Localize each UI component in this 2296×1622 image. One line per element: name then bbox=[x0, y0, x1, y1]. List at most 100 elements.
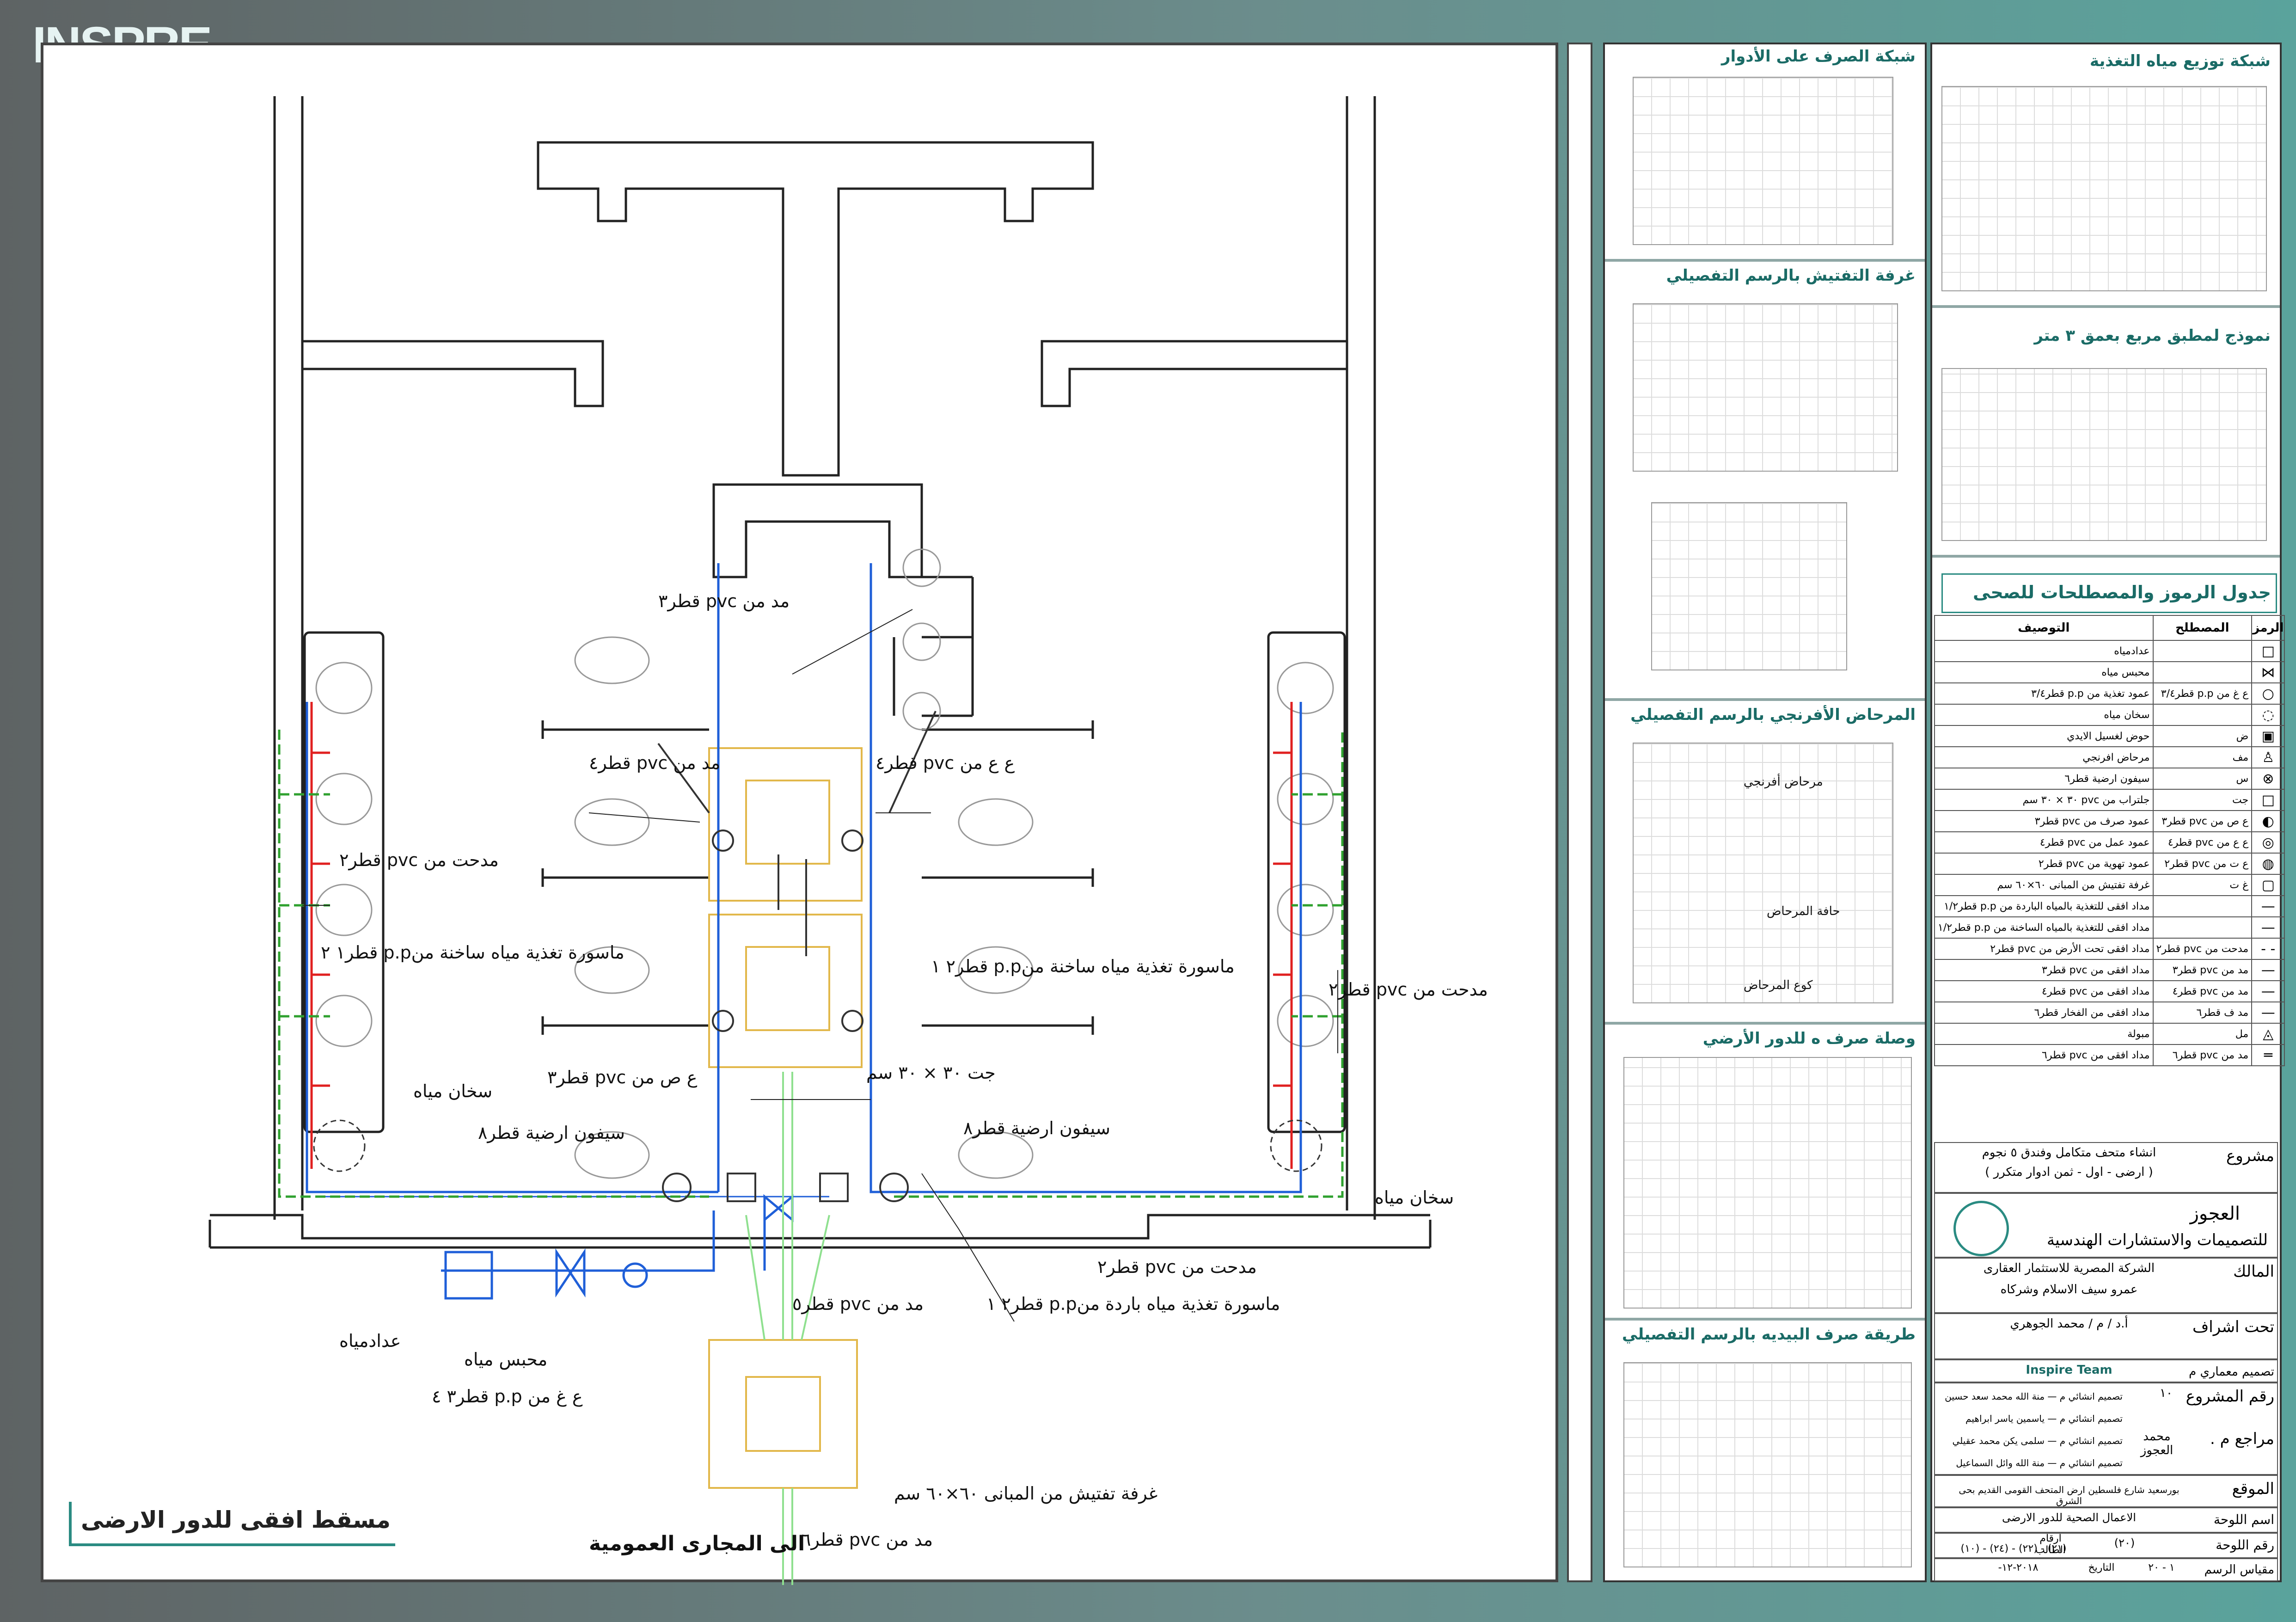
tb-value: عمرو سيف الاسلام وشركاه bbox=[2000, 1283, 2138, 1296]
label-vent-pvc-4: ع ع من pvc قطر٤ bbox=[876, 753, 1015, 773]
legend-cell-sym: — bbox=[2251, 916, 2285, 939]
tb-label: المالك bbox=[2233, 1262, 2274, 1281]
legend-cell-term: ع غ من p.p قطر٣/٤ bbox=[2152, 682, 2253, 705]
legend-cell-desc: مداد افقى للتغذية بالمياه الباردة من p.p… bbox=[1934, 895, 2154, 917]
legend-cell-sym: — bbox=[2251, 980, 2285, 1002]
legend-cell-term bbox=[2152, 916, 2253, 939]
detail-sketch bbox=[1941, 86, 2267, 291]
callout: كوع المرحاض bbox=[1744, 978, 1813, 992]
legend-cell-desc: مداد افقى للتغذية بالمياه الساخنة من p.p… bbox=[1934, 916, 2154, 939]
office-seal bbox=[1953, 1201, 2009, 1256]
legend-cell-desc: عمود عمل من pvc قطر٤ bbox=[1934, 831, 2154, 854]
detail-floor-drainage: شبكة الصرف على الأدوار bbox=[1605, 44, 1925, 262]
legend-cell-sym: — bbox=[2251, 959, 2285, 981]
legend-row: عدادمياه □ bbox=[1934, 640, 2285, 662]
legend-cell-desc: مداد افقى من pvc قطر٣ bbox=[1934, 959, 2154, 981]
detail-sketch bbox=[1623, 1057, 1912, 1309]
tb-value: ( ارضى - اول - ثمن ادوار متكرر ) bbox=[1985, 1165, 2153, 1179]
legend-header-term: المصطلح bbox=[2152, 615, 2253, 641]
tb-office: العجوز للتصميمات والاستشارات الهندسية bbox=[1934, 1193, 2278, 1258]
legend-row: مرحاض افرنجي مف ♙ bbox=[1934, 746, 2285, 768]
legend-row: غرفة تفتيش من المبانى ٦٠×٦٠ سم غ ت ▢ bbox=[1934, 874, 2285, 896]
legend-cell-desc: مداد افقى تحت الأرض من pvc قطر٢ bbox=[1934, 938, 2154, 960]
designer-row: تصميم انشائي م — منة الله محمد سعد حسين bbox=[1945, 1391, 2123, 1402]
legend-cell-term: مد من pvc قطر٦ bbox=[2152, 1044, 2253, 1066]
legend-cell-sym: ◍ bbox=[2251, 853, 2285, 875]
tb-label: مقياس الرسم bbox=[2204, 1563, 2274, 1577]
tb-sheet-no: رقم اللوحة (٢٠) (٢١) - (٢٢) - (٢٤) - (١٠… bbox=[1934, 1533, 2278, 1558]
legend-cell-sym: ◬ bbox=[2251, 1023, 2285, 1045]
legend-row: عمود عمل من pvc قطر٤ ع ع من pvc قطر٤ ◎ bbox=[1934, 831, 2285, 854]
tb-value: Inspire Team bbox=[2026, 1363, 2112, 1377]
legend-cell-sym: ▣ bbox=[2251, 725, 2285, 747]
detail-title: نموذج لمطبق مربع بعمق ٣ متر bbox=[2034, 326, 2271, 345]
tb-label: اسم اللوحة bbox=[2213, 1512, 2274, 1527]
legend-row: عمود صرف من pvc قطر٣ ع ص من pvc قطر٣ ◐ bbox=[1934, 810, 2285, 832]
label-water-heater-right: سخان مياه bbox=[1375, 1187, 1454, 1208]
tb-value: ١٠ bbox=[2160, 1386, 2173, 1400]
legend-cell-sym: □ bbox=[2251, 789, 2285, 811]
designer-row: تصميم انشائي م — سلمى يكن محمد عقيلي bbox=[1952, 1435, 2123, 1446]
label-water-valve: محبس مياه bbox=[464, 1349, 548, 1370]
tb-location: الموقع بورسعيد شارع فلسطين ارض المتحف ال… bbox=[1934, 1475, 2278, 1507]
detail-manhole: نموذج لمطبق مربع بعمق ٣ متر bbox=[1932, 308, 2280, 558]
legend-row: محبس مياه ⋈ bbox=[1934, 661, 2285, 683]
legend-row: مبولة مل ◬ bbox=[1934, 1023, 2285, 1045]
tb-scale-date: مقياس الرسم ١ - ٢٠ التاريخ ٢٠١٨-١٢- bbox=[1934, 1558, 2278, 1581]
designer-row: تصميم انشائي م — منة الله وائل السماعيل bbox=[1956, 1457, 2123, 1468]
label-drain-stack: ع ص من pvc قطر٣ bbox=[547, 1067, 698, 1087]
legend-title: جدول الرموز والمصطلحات للصحى bbox=[1972, 582, 2271, 602]
legend-cell-term: مد ف قطر٦ bbox=[2152, 1001, 2253, 1024]
legend-cell-term bbox=[2152, 661, 2253, 683]
tb-project: مشروع انشاء متحف متكامل وفندق ٥ نجوم ( ا… bbox=[1934, 1142, 2278, 1193]
legend-cell-term: ع ص من pvc قطر٣ bbox=[2152, 810, 2253, 832]
tb-office-sub: للتصميمات والاستشارات الهندسية bbox=[2046, 1231, 2268, 1249]
tb-value: ١ - ٢٠ bbox=[2148, 1562, 2175, 1573]
legend-row: مداد افقى للتغذية بالمياه الساخنة من p.p… bbox=[1934, 916, 2285, 939]
legend-cell-term bbox=[2152, 895, 2253, 917]
detail-title: طريقة صرف البيديه بالرسم التفصيلي bbox=[1622, 1325, 1916, 1344]
legend-cell-desc: عمود تغذية من p.p قطر٣/٤ bbox=[1934, 682, 2154, 705]
detail-title: المرحاض الأفرنجي بالرسم التفصيلي bbox=[1630, 706, 1916, 724]
tb-label: الموقع bbox=[2232, 1480, 2274, 1498]
legend-cell-term: مل bbox=[2152, 1023, 2253, 1045]
plan-drawing bbox=[208, 96, 1432, 1585]
legend-row: سخان مياه ◌ bbox=[1934, 704, 2285, 726]
legend-row: مداد افقى من pvc قطر٤ مد من pvc قطر٤— bbox=[1934, 980, 2285, 1002]
detail-title: وصلة صرف ه للدور الأرضي bbox=[1702, 1029, 1916, 1048]
legend-row: عمود تهوية من pvc قطر٢ ع ت من pvc قطر٢ ◍ bbox=[1934, 853, 2285, 875]
legend-row: مداد افقى من pvc قطر٦ مد من pvc قطر٦ ═ bbox=[1934, 1044, 2285, 1066]
legend-cell-desc: مداد افقى من pvc قطر٦ bbox=[1934, 1044, 2154, 1066]
legend-header-desc: التوصيف bbox=[1934, 615, 2154, 641]
legend-cell-term: مدحت من pvc قطر٢ bbox=[2152, 938, 2253, 960]
detail-ground-connection: وصلة صرف ه للدور الأرضي bbox=[1605, 1025, 1925, 1321]
drawing-title: مسقط افقى للدور الارضى bbox=[80, 1506, 391, 1533]
label-vent-pvc-2-left: مدحت من pvc قطر٢ bbox=[339, 850, 499, 870]
legend-cell-sym: ═ bbox=[2251, 1044, 2285, 1066]
legend-row: عمود تغذية من p.p قطر٣/٤ ع غ من p.p قطر٣/… bbox=[1934, 682, 2285, 705]
legend-cell-sym: □ bbox=[2251, 640, 2285, 662]
label-hot-supply-left: ماسورة تغذية مياه ساخنة منp.p قطر١ ٢ bbox=[321, 942, 625, 963]
legend-header-symbol: الرمز bbox=[2251, 615, 2285, 641]
symbols-legend-table: التوصيف المصطلح الرمز عدادمياه □ محبس مياه… bbox=[1934, 615, 2285, 1066]
detail-sketch bbox=[1651, 502, 1847, 670]
legend-cell-desc: سيفون ارضية قطر٦ bbox=[1934, 768, 2154, 790]
legend-cell-desc: محبس مياه bbox=[1934, 661, 2154, 683]
legend-cell-term: غ ت bbox=[2152, 874, 2253, 896]
detail-title: شبكة الصرف على الأدوار bbox=[1721, 47, 1916, 66]
detail-bidet: طريقة صرف البيديه بالرسم التفصيلي bbox=[1605, 1321, 1925, 1584]
detail-title: شبكة توزيع مياه التغذية bbox=[2089, 52, 2271, 70]
label-drain-pvc-4: مد من pvc قطر٤ bbox=[589, 753, 721, 773]
legend-cell-sym: ○ bbox=[2251, 682, 2285, 705]
legend-cell-sym: ◐ bbox=[2251, 810, 2285, 832]
legend-cell-desc: عدادمياه bbox=[1934, 640, 2154, 662]
legend-row: مداد افقى تحت الأرض من pvc قطر٢ مدحت من p… bbox=[1934, 938, 2285, 960]
tb-label: رقم المشروع bbox=[2186, 1387, 2274, 1406]
tb-designers: رقم المشروع ١٠ مراجع م . محمد العجوز تصم… bbox=[1934, 1382, 2278, 1475]
legend-cell-sym: ◌ bbox=[2251, 704, 2285, 726]
designer-row: تصميم انشائي م — ياسمين ياسر ابراهيم bbox=[1965, 1413, 2123, 1424]
legend-cell-desc: مبولة bbox=[1934, 1023, 2154, 1045]
callout: حافة المرحاض bbox=[1767, 904, 1840, 918]
legend-cell-sym: — bbox=[2251, 895, 2285, 917]
detail-sketch bbox=[1623, 1362, 1912, 1567]
